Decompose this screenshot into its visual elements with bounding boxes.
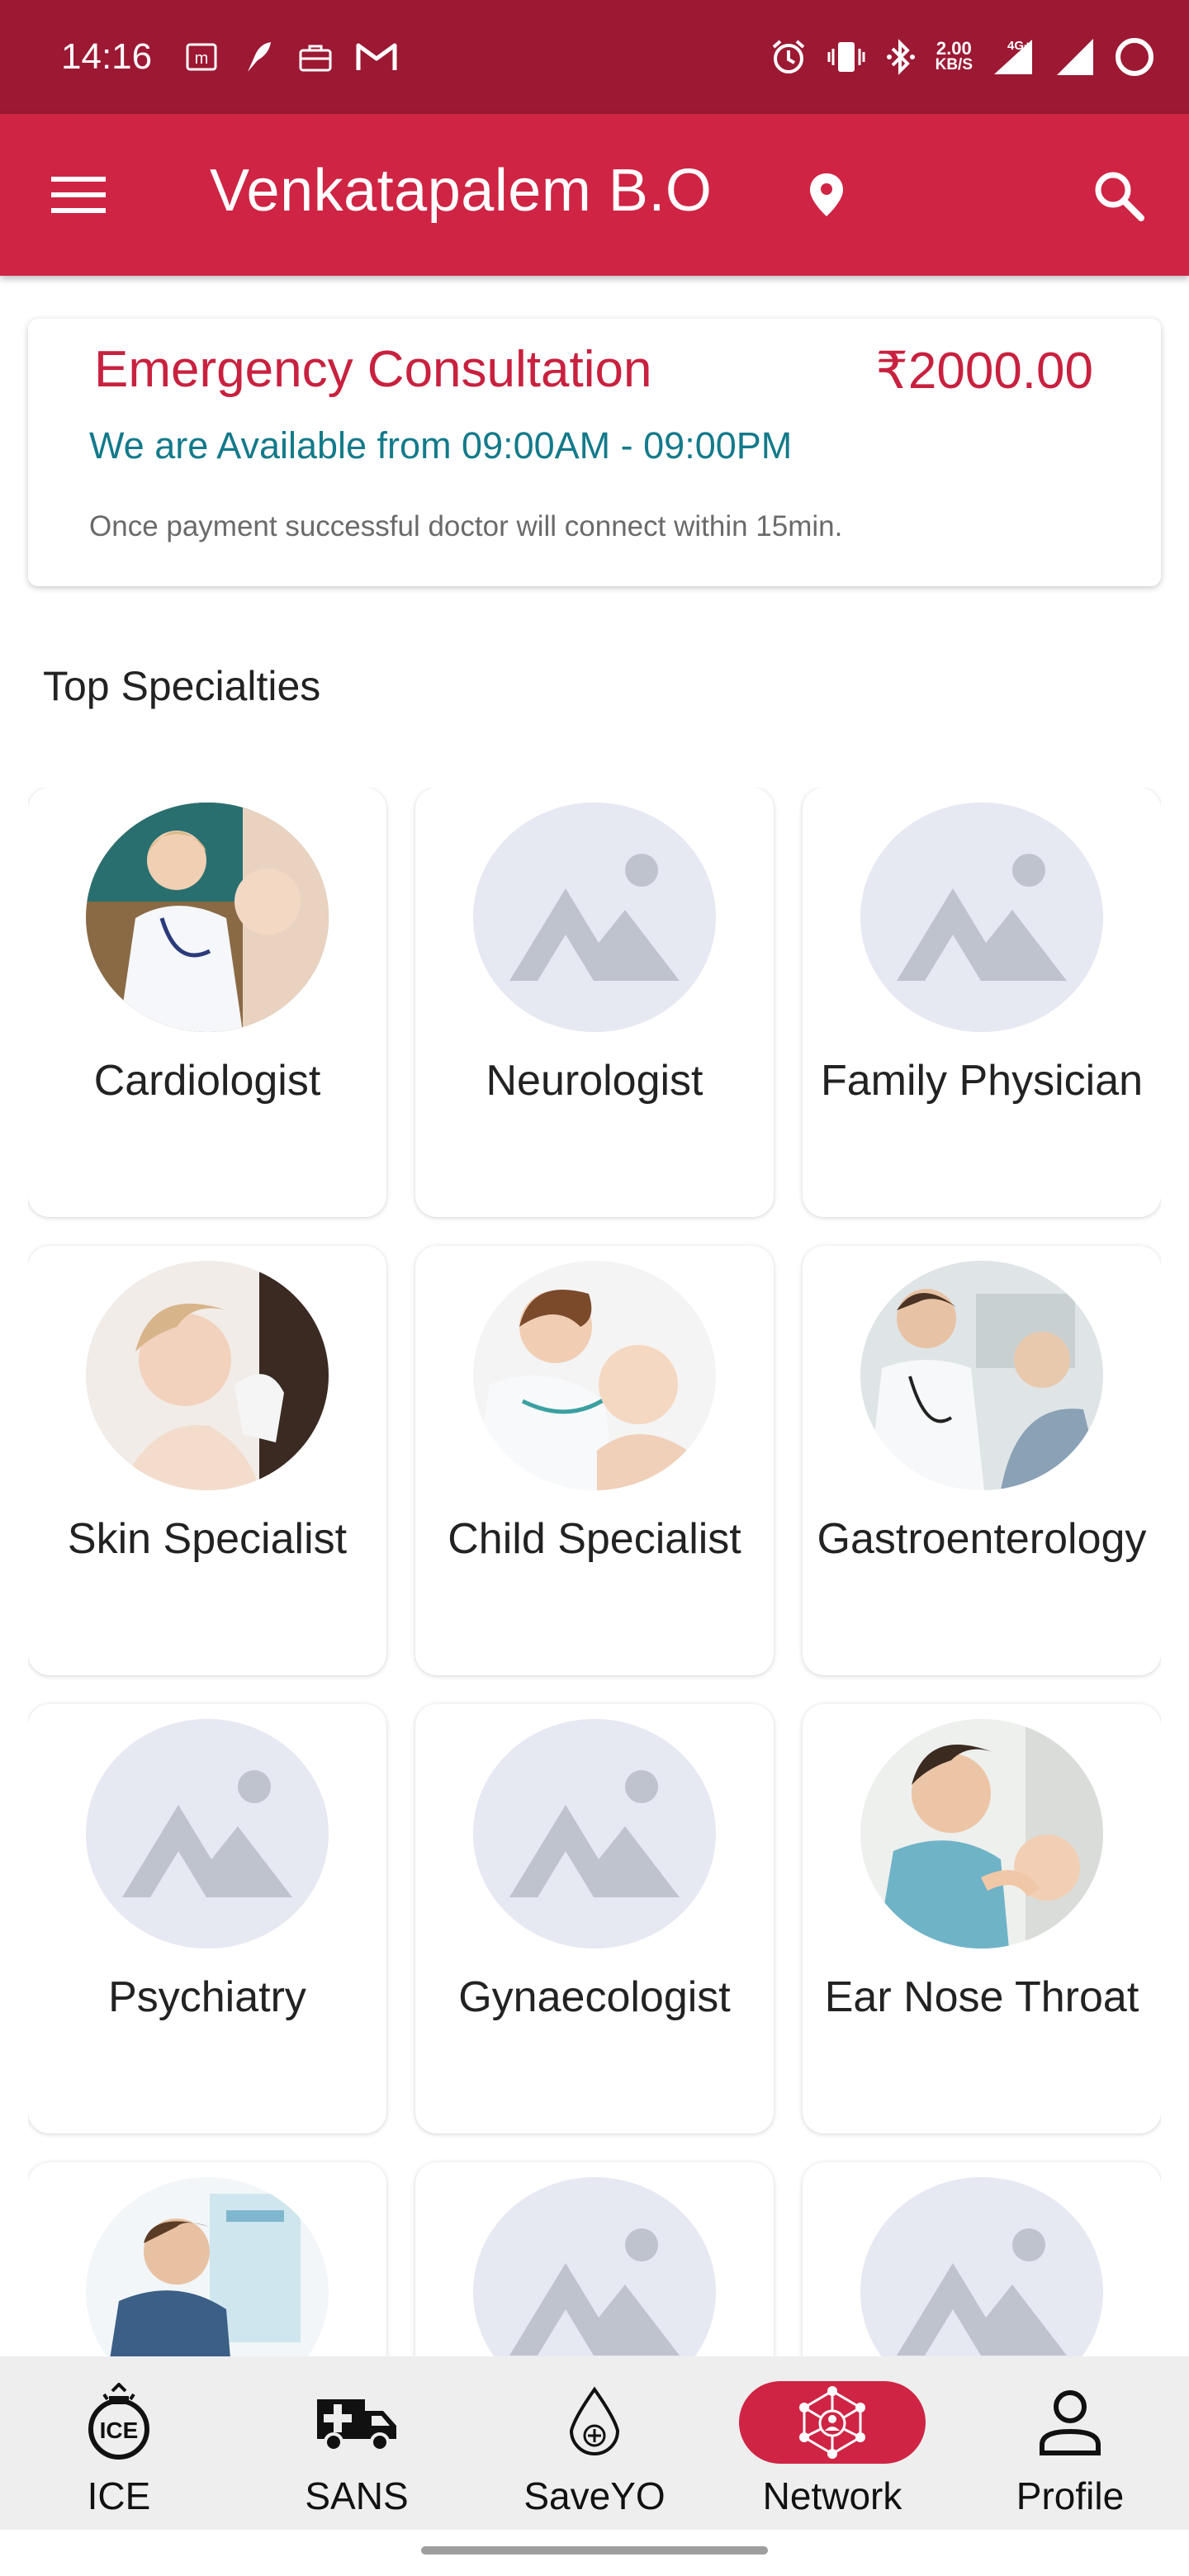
- photo-ent-exam: [860, 1719, 1103, 1949]
- signal-icon: [1055, 37, 1095, 77]
- specialty-label: Gynaecologist: [458, 1973, 731, 2021]
- search-button[interactable]: [1092, 168, 1146, 227]
- consultation-price: ₹2000.00: [875, 343, 1093, 400]
- image-placeholder-icon: [860, 2177, 1103, 2356]
- gmail-icon: [355, 40, 398, 73]
- specialty-image: [86, 1261, 329, 1490]
- ambulance-icon: [263, 2381, 450, 2464]
- consultation-note: Once payment successful doctor will conn…: [89, 510, 843, 542]
- availability-hours: We are Available from 09:00AM - 09:00PM: [89, 424, 793, 466]
- specialty-card[interactable]: [28, 2162, 386, 2356]
- specialty-label: Gastroenterology: [817, 1515, 1147, 1563]
- nav-label: SANS: [305, 2474, 409, 2517]
- person-icon: [977, 2381, 1163, 2464]
- svg-text:m: m: [195, 50, 209, 68]
- nav-item-sans[interactable]: SANS: [238, 2356, 476, 2530]
- photo-skin-exam: [86, 1261, 329, 1490]
- specialty-card[interactable]: [415, 2162, 774, 2356]
- m-app-icon: m: [185, 42, 218, 72]
- feather-app-icon: [239, 39, 276, 75]
- specialty-label: Cardiologist: [93, 1057, 321, 1105]
- search-icon: [1095, 172, 1144, 221]
- specialty-card[interactable]: Psychiatry: [28, 1704, 386, 2133]
- nav-item-saveyo[interactable]: SaveYO: [476, 2356, 713, 2530]
- system-icons: 2.00 KB/S 4G+: [769, 36, 1156, 78]
- nav-label: SaveYO: [523, 2474, 666, 2517]
- photo-gastro-consult: [860, 1261, 1103, 1490]
- specialty-label: Skin Specialist: [67, 1515, 348, 1563]
- nav-label: Network: [762, 2474, 902, 2517]
- network-type-label: 4G+: [1007, 39, 1031, 53]
- notification-icons: m: [185, 39, 398, 75]
- specialty-label: Family Physician: [820, 1057, 1144, 1105]
- hamburger-icon: [51, 177, 106, 213]
- specialty-card[interactable]: Ear Nose Throat: [803, 1704, 1161, 2133]
- image-placeholder-icon: [473, 2177, 716, 2356]
- image-placeholder-icon: [473, 803, 716, 1032]
- battery-ring-icon: [1113, 36, 1156, 78]
- location-pin-icon[interactable]: [808, 172, 846, 222]
- svg-text:ICE: ICE: [100, 2417, 139, 2443]
- location-title[interactable]: Venkatapalem B.O: [210, 157, 712, 225]
- nav-item-profile[interactable]: Profile: [951, 2356, 1189, 2530]
- network-icon: [739, 2381, 926, 2464]
- bottom-navigation: ICE ICE SANS SaveYO Network Profile: [0, 2356, 1189, 2530]
- alarm-icon: [769, 37, 808, 77]
- specialty-card[interactable]: Skin Specialist: [28, 1246, 386, 1675]
- specialty-image: [473, 1261, 716, 1490]
- specialty-image: [86, 2177, 329, 2356]
- photo-man-clinic: [86, 2177, 329, 2356]
- nav-label: Profile: [1016, 2474, 1125, 2517]
- photo-doctor-stethoscope: [86, 803, 329, 1032]
- section-title: Top Specialties: [43, 663, 321, 709]
- specialty-card[interactable]: Gastroenterology: [803, 1246, 1161, 1675]
- photo-child-doctor: [473, 1261, 716, 1490]
- specialty-label: Psychiatry: [108, 1973, 306, 2021]
- vibrate-icon: [827, 37, 866, 77]
- briefcase-icon: [297, 40, 334, 73]
- net-speed-value: 2.00: [936, 38, 972, 59]
- specialty-image: [860, 1719, 1103, 1949]
- net-speed: 2.00 KB/S: [936, 40, 973, 73]
- status-bar: 14:16 m 2.00 KB/S 4G+: [0, 0, 1189, 114]
- specialties-grid: Cardiologist Neurologist Family Physicia…: [28, 788, 1161, 2356]
- image-placeholder-icon: [473, 1719, 716, 1949]
- specialty-card[interactable]: Neurologist: [415, 788, 774, 1217]
- bluetooth-icon: [884, 37, 917, 77]
- specialty-card[interactable]: [803, 2162, 1161, 2356]
- menu-button[interactable]: [51, 172, 106, 218]
- ice-siren-icon: ICE: [26, 2381, 212, 2464]
- emergency-consultation-card[interactable]: Emergency Consultation ₹2000.00 We are A…: [28, 319, 1161, 586]
- signal-4g-icon: 4G+: [991, 36, 1037, 78]
- image-placeholder-icon: [86, 1719, 329, 1949]
- nav-item-ice[interactable]: ICE ICE: [0, 2356, 238, 2530]
- app-bar: Venkatapalem B.O: [0, 114, 1189, 276]
- specialty-label: Ear Nose Throat: [824, 1973, 1139, 2021]
- nav-item-network[interactable]: Network: [713, 2356, 951, 2530]
- nav-label: ICE: [87, 2474, 151, 2517]
- image-placeholder-icon: [860, 803, 1103, 1032]
- net-speed-unit: KB/S: [935, 56, 973, 73]
- specialty-card[interactable]: Child Specialist: [415, 1246, 774, 1675]
- specialty-image: [86, 803, 329, 1032]
- specialty-label: Neurologist: [486, 1057, 703, 1105]
- specialty-card[interactable]: Family Physician: [803, 788, 1161, 1217]
- specialty-card[interactable]: Gynaecologist: [415, 1704, 774, 2133]
- home-indicator[interactable]: [421, 2546, 768, 2555]
- consultation-title: Emergency Consultation: [94, 341, 652, 398]
- blood-drop-icon: [501, 2381, 688, 2464]
- specialty-label: Child Specialist: [448, 1515, 741, 1563]
- specialty-card[interactable]: Cardiologist: [28, 788, 386, 1217]
- specialty-image: [860, 1261, 1103, 1490]
- status-time: 14:16: [61, 36, 153, 77]
